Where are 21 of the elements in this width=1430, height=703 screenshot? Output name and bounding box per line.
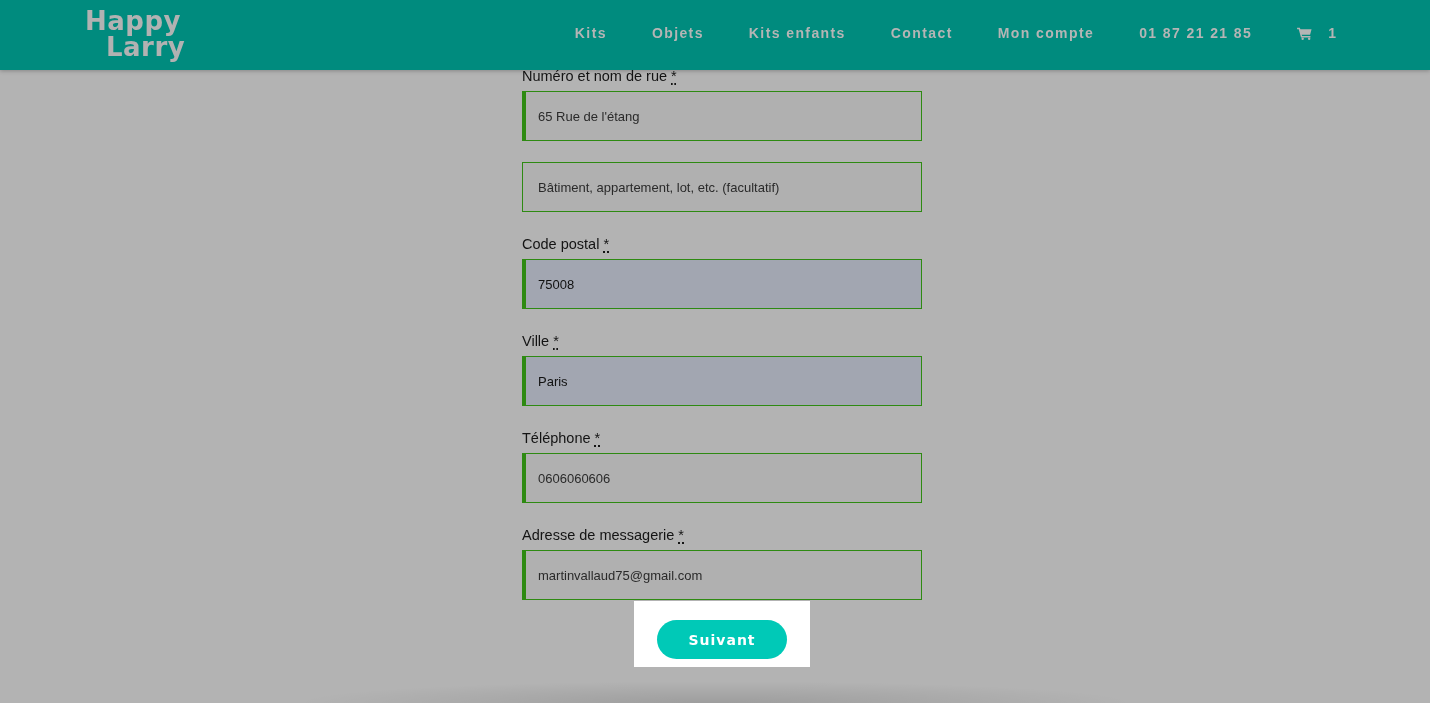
field-label: Ville * bbox=[522, 333, 560, 349]
nav-link[interactable]: Kits bbox=[574, 25, 607, 41]
field-label: Téléphone * bbox=[522, 430, 602, 446]
nav-link[interactable]: 01 87 21 21 85 bbox=[1139, 25, 1253, 41]
nav-link[interactable]: Objets bbox=[651, 25, 704, 41]
nav-link[interactable]: Mon compte bbox=[997, 25, 1095, 41]
cart-icon bbox=[1297, 26, 1313, 40]
input-field[interactable]: martinvallaud75@gmail.com bbox=[522, 550, 922, 600]
input-field[interactable]: 65 Rue de l'étang bbox=[522, 91, 922, 141]
nav-link[interactable]: Kits enfants bbox=[748, 25, 846, 41]
nav-link[interactable]: Contact bbox=[890, 25, 953, 41]
cart-link[interactable]: 1 bbox=[1297, 25, 1336, 41]
input-field[interactable]: 75008 bbox=[522, 259, 922, 309]
field-label: Numéro et nom de rue * bbox=[522, 68, 678, 84]
input-field[interactable]: Bâtiment, appartement, lot, etc. (facultatif) bbox=[522, 162, 922, 212]
field-label: Code postal * bbox=[522, 236, 611, 252]
field-label: Adresse de messagerie * bbox=[522, 527, 685, 543]
logo[interactable]: Happy Larry bbox=[85, 8, 186, 60]
input-field[interactable]: 0606060606 bbox=[522, 453, 922, 503]
input-field[interactable]: Paris bbox=[522, 356, 922, 406]
next-button[interactable]: Suivant bbox=[657, 620, 787, 659]
